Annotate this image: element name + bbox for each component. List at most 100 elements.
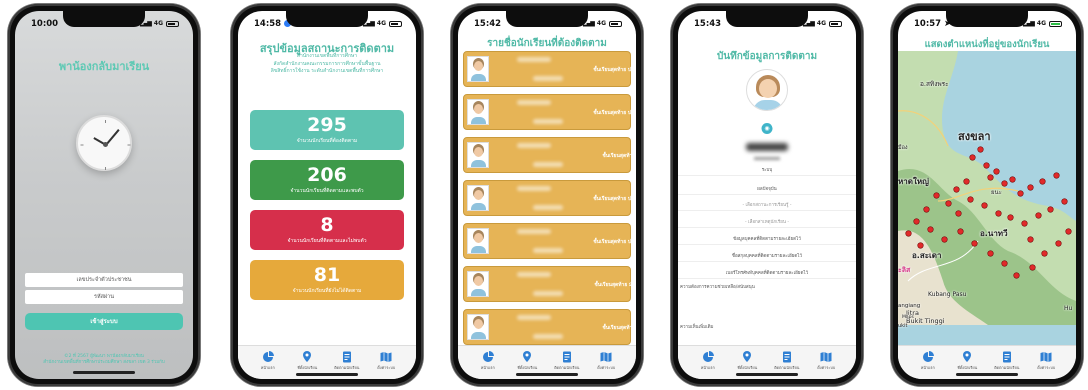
stat-card-found[interactable]: 206 จำนวนนักเรียนที่ติดตามและพบตัว: [250, 160, 404, 200]
tab-settings[interactable]: ตั้งค่าระบบ: [372, 351, 400, 379]
stat-total-label: จำนวนนักเรียนที่ต้องติดตาม: [296, 138, 358, 144]
support-needs-label: ความต้องการความช่วยเหลือ/สนับสนุน: [680, 285, 755, 290]
password-field[interactable]: รหัสผ่าน: [25, 290, 183, 304]
tab-settings[interactable]: ตั้งค่าระบบ: [1032, 351, 1060, 379]
learning-status-select[interactable]: - เลือกสถานะการเรียนรู้ -: [678, 201, 856, 211]
student-location-pin[interactable]: [1062, 199, 1067, 204]
student-location-pin[interactable]: [1022, 221, 1027, 226]
student-location-pin[interactable]: [918, 243, 923, 248]
tab-label: ที่ตั้งนักเรียน: [297, 365, 318, 370]
tab-home[interactable]: หน้าแรก: [694, 351, 722, 379]
student-location-pin[interactable]: [1010, 177, 1015, 182]
notch: [726, 11, 808, 27]
student-card[interactable]: ชั้นเรียนสุดท้าย ประถมศึกษาปีที่ 6: [463, 94, 636, 130]
tab-label: ติดตามนักเรียน: [774, 365, 800, 370]
student-location-pin[interactable]: [1014, 273, 1019, 278]
citizen-id-field[interactable]: เลขประจำตัวประชาชน: [25, 273, 183, 287]
student-location-pin[interactable]: [1066, 229, 1071, 234]
tab-home[interactable]: หน้าแรก: [474, 351, 502, 379]
tab-settings[interactable]: ตั้งค่าระบบ: [592, 351, 620, 379]
tab-settings[interactable]: ตั้งค่าระบบ: [812, 351, 840, 379]
student-class: ชั้นเรียนสุดท้าย อนุบาล 3: [602, 153, 636, 159]
student-location-pin[interactable]: [924, 207, 929, 212]
student-location-pin[interactable]: [958, 229, 963, 234]
redacted-name: [517, 186, 551, 191]
student-card[interactable]: ชั้นเรียนสุดท้าย ประถมศึกษาปีที่ 4: [463, 180, 636, 216]
student-location-pin[interactable]: [914, 219, 919, 224]
contact-phone-field[interactable]: เบอร์โทรศัพท์บุคคลที่ติดตามรายละเอียดไว้: [678, 269, 856, 279]
student-location-pin[interactable]: [1018, 191, 1023, 196]
map-icon: [1040, 352, 1052, 362]
camera-icon[interactable]: ◉: [761, 123, 773, 134]
student-location-pin[interactable]: [1008, 215, 1013, 220]
contact-name-field[interactable]: ชื่อสกุลบุคคลที่ติดตามรายละเอียดไว้: [678, 252, 856, 262]
student-location-pin[interactable]: [942, 237, 947, 242]
battery-icon: [166, 20, 179, 27]
cause-select[interactable]: - เลือกสาเหตุนักเรียน -: [678, 218, 856, 228]
login-screen: 10:00 ▂▄▆ 4G พาน้องกลับมาเรียน เลขประจำตั…: [15, 11, 193, 379]
document-icon: [562, 351, 571, 363]
student-avatar: [467, 99, 489, 125]
tab-label: หน้าแรก: [920, 365, 935, 370]
student-location-pin[interactable]: [1054, 173, 1059, 178]
student-location-pin[interactable]: [1028, 237, 1033, 242]
tab-home[interactable]: หน้าแรก: [914, 351, 942, 379]
redacted-school: [533, 76, 563, 81]
stat-card-not-found[interactable]: 8 จำนวนนักเรียนที่ติดตามและไม่พบตัว: [250, 210, 404, 250]
student-location-pin[interactable]: [954, 187, 959, 192]
status-time: 10:00: [31, 18, 59, 29]
map-label: ยนะ: [991, 189, 1002, 196]
student-location-pin[interactable]: [978, 147, 983, 152]
student-location-pin[interactable]: [970, 155, 975, 160]
phone-record-screen: 15:43 ▂▄▆ 4G บันทึกข้อมูลการติดตาม ◉ ระบบ…: [671, 4, 863, 386]
tab-home[interactable]: หน้าแรก: [254, 351, 282, 379]
student-location-pin[interactable]: [984, 163, 989, 168]
student-location-pin[interactable]: [906, 231, 911, 236]
student-location-pin[interactable]: [996, 211, 1001, 216]
student-location-pin[interactable]: [934, 193, 939, 198]
stat-pending-label: จำนวนนักเรียนที่ยังไม่ได้ติดตาม: [292, 288, 362, 294]
student-location-pin[interactable]: [1040, 179, 1045, 184]
tab-label: หน้าแรก: [260, 365, 275, 370]
wall-clock-image: [76, 115, 132, 171]
network-label: 4G: [1036, 20, 1046, 27]
map-icon: [380, 352, 392, 362]
student-list-title: รายชื่อนักเรียนที่ต้องติดตาม: [487, 38, 607, 49]
student-card[interactable]: ชั้นเรียนสุดท้าย อนุบาล 3: [463, 137, 636, 173]
student-location-pin[interactable]: [956, 211, 961, 216]
student-location-pin[interactable]: [1030, 265, 1035, 270]
redacted-school: [533, 119, 563, 124]
stat-total-value: 295: [307, 114, 347, 136]
home-indicator: [736, 373, 798, 376]
student-location-pin[interactable]: [964, 179, 969, 184]
pie-chart-icon: [922, 351, 934, 362]
student-location-pin[interactable]: [946, 201, 951, 206]
student-location-pin[interactable]: [968, 197, 973, 202]
student-location-pin[interactable]: [1036, 213, 1041, 218]
student-location-pin[interactable]: [1056, 241, 1061, 246]
login-button[interactable]: เข้าสู่ระบบ: [25, 313, 183, 330]
contact-info-field[interactable]: ข้อมูลบุคคลที่ติดตามรายละเอียดไว้: [678, 235, 856, 245]
student-location-pin[interactable]: [1002, 261, 1007, 266]
student-location-pin[interactable]: [1042, 251, 1047, 256]
student-location-pin[interactable]: [1048, 207, 1053, 212]
student-location-pin[interactable]: [988, 175, 993, 180]
student-class: ชั้นเรียนสุดท้าย ประถมศึกษาปีที่ 5: [593, 67, 636, 73]
redacted-name: [517, 229, 551, 234]
student-location-map[interactable]: อ.สทิงพระ สงขลา มือง หาดใหญ่ ยนะ อ.นาทวี…: [898, 51, 1076, 345]
student-card[interactable]: ชั้นเรียนสุดท้าย มัธยมศึกษาปีที่ 2: [463, 266, 636, 302]
student-location-pin[interactable]: [1002, 181, 1007, 186]
student-location-pin[interactable]: [982, 203, 987, 208]
student-location-pin[interactable]: [994, 169, 999, 174]
stat-card-pending[interactable]: 81 จำนวนนักเรียนที่ยังไม่ได้ติดตาม: [250, 260, 404, 300]
student-card[interactable]: ชั้นเรียนสุดท้าย ประถมศึกษาปีที่ 5: [463, 51, 636, 87]
student-location-pin[interactable]: [972, 241, 977, 246]
student-card[interactable]: ชั้นเรียนสุดท้าย ประถมศึกษาปีที่ 5: [463, 223, 636, 259]
status-time: 15:42: [474, 18, 502, 29]
student-location-pin[interactable]: [928, 227, 933, 232]
stat-card-total[interactable]: 295 จำนวนนักเรียนที่ต้องติดตาม: [250, 110, 404, 150]
student-location-pin[interactable]: [988, 251, 993, 256]
home-indicator: [296, 373, 358, 376]
student-card[interactable]: ชั้นเรียนสุดท้าย อนุบาล 1: [463, 309, 636, 345]
student-location-pin[interactable]: [1028, 185, 1033, 190]
